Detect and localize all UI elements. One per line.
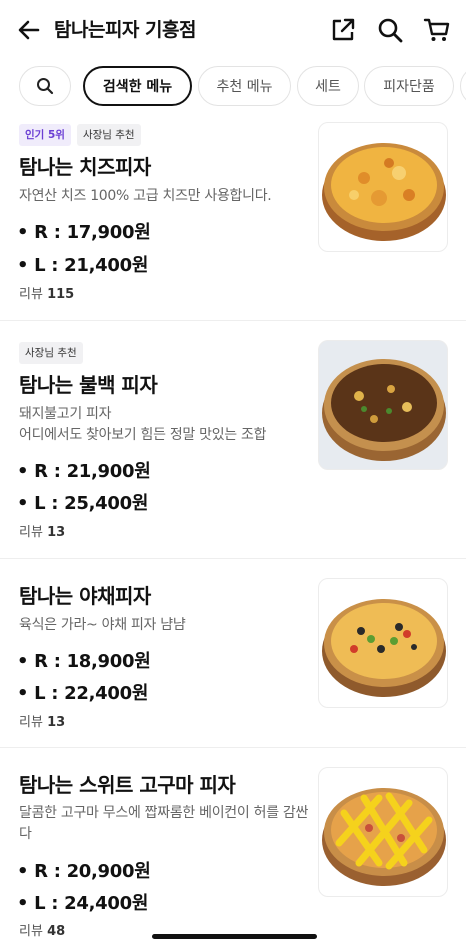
review-count: 리뷰 48 — [19, 924, 66, 939]
divider — [0, 558, 466, 559]
menu-item-name: 탐나는 야채피자 — [19, 584, 151, 608]
menu-item-description: 돼지불고기 피자 어디에서도 찾아보기 힘든 정말 맛있는 조합 — [19, 404, 309, 446]
price-regular: • R : 18,900원 — [17, 651, 151, 672]
search-icon[interactable] — [376, 16, 404, 44]
chip-set[interactable]: 세트 — [297, 66, 359, 106]
menu-item-description: 자연산 치즈 100% 고급 치즈만 사용합니다. — [19, 188, 272, 204]
menu-item-name: 탐나는 치즈피자 — [19, 155, 151, 179]
sweet-potato-pizza-image — [318, 767, 448, 897]
badge-row: 인기 5위 사장님 추천 — [19, 124, 141, 146]
review-count: 리뷰 115 — [19, 287, 75, 302]
price-regular: • R : 20,900원 — [17, 861, 151, 882]
chip-pizza-single[interactable]: 피자단품 — [364, 66, 454, 106]
veggie-pizza-image — [318, 578, 448, 708]
price-large: • L : 21,400원 — [17, 255, 149, 276]
category-chips: 검색한 메뉴 추천 메뉴 세트 피자단품 — [0, 64, 466, 110]
rank-badge: 인기 5위 — [19, 124, 71, 146]
menu-item-name: 탐나는 스위트 고구마 피자 — [19, 773, 236, 797]
back-arrow-icon[interactable] — [16, 17, 42, 43]
bulbaek-pizza-image — [318, 340, 448, 470]
chip-searched-menu[interactable]: 검색한 메뉴 — [83, 66, 192, 106]
top-bar: 탐나는피자 기흥점 — [0, 0, 466, 60]
review-count: 리뷰 13 — [19, 525, 66, 540]
owner-pick-badge: 사장님 추천 — [19, 342, 83, 364]
search-icon — [37, 78, 54, 95]
price-large: • L : 22,400원 — [17, 683, 149, 704]
menu-item-description: 달콤한 고구마 무스에 짭짜롬한 베이컨이 허를 감싼다 — [19, 805, 309, 842]
price-large: • L : 25,400원 — [17, 493, 149, 514]
menu-item-name: 탐나는 불백 피자 — [19, 373, 158, 397]
page-title: 탐나는피자 기흥점 — [54, 19, 196, 41]
price-large: • L : 24,400원 — [17, 893, 149, 914]
divider — [0, 320, 466, 321]
price-regular: • R : 17,900원 — [17, 222, 151, 243]
owner-pick-badge: 사장님 추천 — [76, 124, 141, 146]
home-indicator[interactable] — [152, 934, 317, 939]
divider — [0, 747, 466, 748]
badge-row: 사장님 추천 — [19, 342, 83, 364]
share-icon[interactable] — [329, 16, 357, 44]
chip-more[interactable] — [460, 66, 466, 106]
desc-line: 돼지불고기 피자 — [19, 406, 112, 422]
review-count: 리뷰 13 — [19, 715, 66, 730]
price-regular: • R : 21,900원 — [17, 461, 151, 482]
chip-search-button[interactable] — [19, 66, 71, 106]
cheese-pizza-image — [318, 122, 448, 252]
cart-icon[interactable] — [423, 16, 451, 44]
menu-item-description: 육식은 가라~ 야채 피자 냠냠 — [19, 617, 186, 633]
desc-line: 어디에서도 찾아보기 힘든 정말 맛있는 조합 — [19, 427, 267, 443]
chip-recommended-menu[interactable]: 추천 메뉴 — [198, 66, 291, 106]
